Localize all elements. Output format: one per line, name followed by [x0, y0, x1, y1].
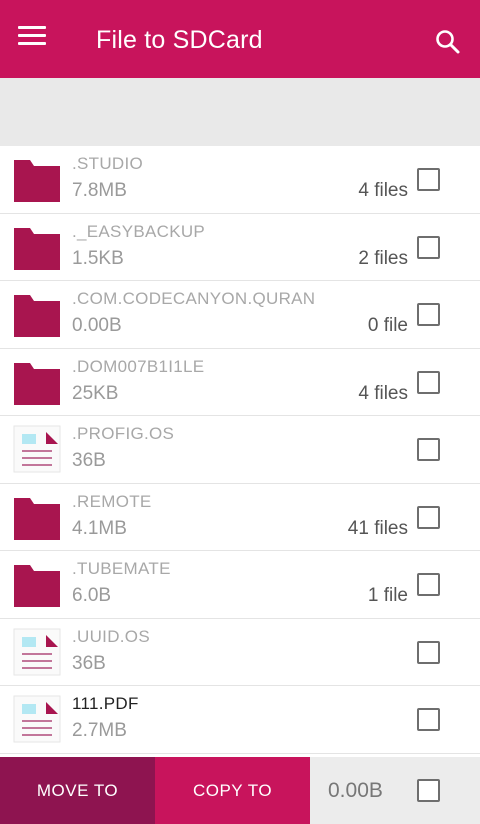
- select-checkbox[interactable]: [417, 303, 440, 326]
- file-list: .STUDIO 7.8MB 4 files ._EASYBACKUP 1.5KB…: [0, 146, 480, 754]
- file-name: .PROFIG.OS: [72, 424, 175, 443]
- file-name: .STUDIO: [72, 154, 144, 173]
- list-item[interactable]: .DOM007B1I1LE 25KB 4 files: [0, 348, 480, 416]
- file-count: 1 file: [367, 585, 408, 606]
- select-checkbox[interactable]: [417, 573, 440, 596]
- document-icon: [12, 694, 62, 744]
- copy-to-button[interactable]: COPY TO: [155, 757, 310, 824]
- list-item[interactable]: .TUBEMATE 6.0B 1 file: [0, 551, 480, 619]
- file-size: 4.1MB: [72, 517, 127, 539]
- bottom-action-bar: MOVE TO COPY TO 0.00B: [0, 757, 480, 824]
- file-count: 41 files: [347, 517, 408, 539]
- list-item[interactable]: 111.PDF 2.7MB: [0, 686, 480, 754]
- folder-icon: [12, 222, 62, 272]
- app-bar: File to SDCard: [0, 0, 480, 78]
- list-item[interactable]: .COM.CODECANYON.QURAN 0.00B 0 file: [0, 281, 480, 349]
- file-size: 1.5KB: [72, 247, 124, 269]
- file-size: 6.0B: [72, 585, 112, 606]
- file-count: 2 files: [358, 247, 408, 269]
- selection-summary: 0.00B: [310, 757, 480, 824]
- list-item[interactable]: .PROFIG.OS 36B: [0, 416, 480, 484]
- select-checkbox[interactable]: [417, 235, 440, 259]
- selected-size: 0.00B: [328, 779, 383, 802]
- file-size: 25KB: [72, 382, 119, 404]
- select-all-checkbox[interactable]: [417, 779, 440, 802]
- app-title: File to SDCard: [96, 26, 263, 54]
- file-count: 4 files: [358, 180, 408, 201]
- move-to-button[interactable]: MOVE TO: [0, 757, 155, 824]
- list-item[interactable]: .UUID.OS 36B: [0, 618, 480, 686]
- file-count: 0 file: [367, 315, 408, 336]
- file-name: 111.PDF: [72, 694, 139, 713]
- document-icon: [12, 424, 62, 474]
- folder-icon: [12, 154, 62, 204]
- folder-icon: [12, 357, 62, 407]
- file-count: 4 files: [358, 382, 408, 404]
- select-checkbox[interactable]: [417, 438, 440, 461]
- file-size: 0.00B: [72, 315, 122, 336]
- list-item[interactable]: .STUDIO 7.8MB 4 files: [0, 146, 480, 214]
- folder-icon: [12, 289, 62, 339]
- file-name: .UUID.OS: [72, 626, 150, 646]
- file-name: .TUBEMATE: [72, 559, 171, 578]
- file-size: 7.8MB: [72, 180, 127, 201]
- folder-icon: [12, 559, 62, 609]
- select-checkbox[interactable]: [417, 640, 440, 664]
- select-checkbox[interactable]: [417, 168, 440, 191]
- list-item[interactable]: .REMOTE 4.1MB 41 files: [0, 483, 480, 551]
- menu-icon[interactable]: [18, 26, 46, 50]
- search-icon[interactable]: [434, 28, 462, 56]
- select-checkbox[interactable]: [417, 708, 440, 731]
- file-size: 36B: [72, 652, 106, 674]
- file-name: .COM.CODECANYON.QURAN: [72, 289, 316, 308]
- ad-banner: [0, 78, 480, 146]
- folder-icon: [12, 492, 62, 542]
- select-checkbox[interactable]: [417, 370, 440, 394]
- file-size: 36B: [72, 450, 106, 471]
- select-checkbox[interactable]: [417, 505, 440, 529]
- document-icon: [12, 627, 62, 677]
- file-name: .REMOTE: [72, 491, 152, 511]
- file-name: .DOM007B1I1LE: [72, 356, 205, 376]
- list-item[interactable]: ._EASYBACKUP 1.5KB 2 files: [0, 213, 480, 281]
- file-name: ._EASYBACKUP: [72, 221, 206, 241]
- file-size: 2.7MB: [72, 720, 127, 741]
